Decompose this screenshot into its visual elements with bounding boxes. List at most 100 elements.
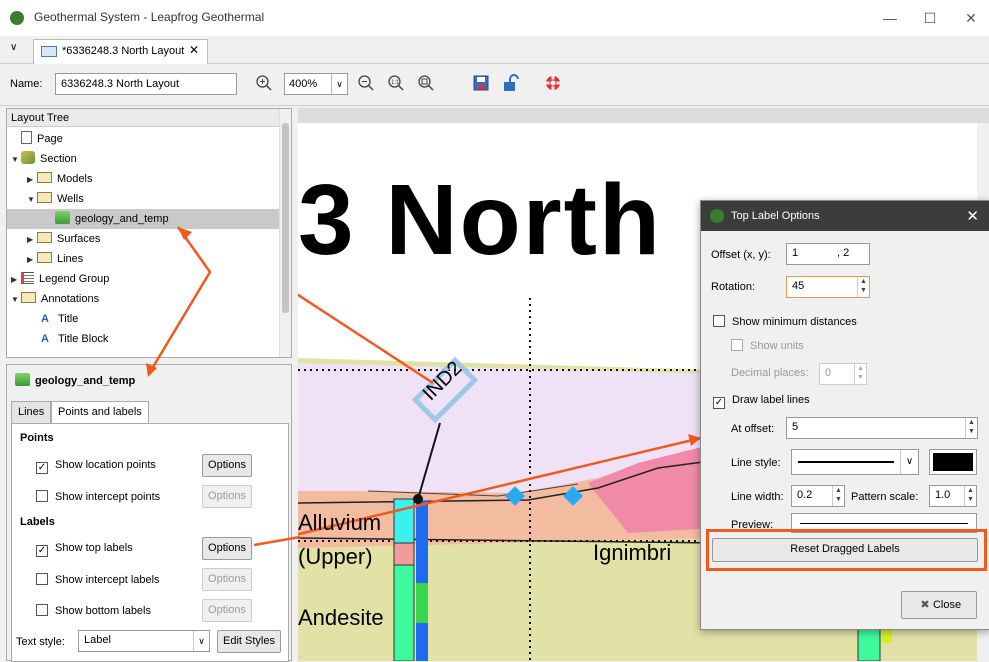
- tree-item-lines[interactable]: ▶ Lines: [11, 249, 277, 269]
- checkbox-empty-icon: [731, 339, 743, 351]
- name-input[interactable]: 6336248.3 North Layout: [55, 73, 237, 95]
- maximize-button[interactable]: ☐: [920, 8, 940, 28]
- points-section-header: Points: [20, 432, 54, 444]
- chevron-down-icon: ∨: [331, 74, 347, 94]
- bottom-labels-options-button[interactable]: Options: [202, 599, 252, 622]
- tree-scrollbar[interactable]: [279, 109, 291, 357]
- checkbox-empty-icon: [36, 573, 48, 585]
- tree-item-label: Lines: [57, 253, 84, 265]
- tab-lines[interactable]: Lines: [11, 401, 52, 423]
- layout-toolbar: Name: 6336248.3 North Layout 400% ∨ 1:1: [0, 64, 989, 106]
- spin-arrows-icon[interactable]: ▲ ▼: [857, 277, 869, 297]
- location-points-options-button[interactable]: Options: [202, 454, 252, 477]
- tree-item-label: Section: [40, 153, 77, 165]
- tab-north-layout[interactable]: *6336248.3 North Layout ✕: [33, 39, 208, 64]
- expand-arrow-icon[interactable]: ▶: [27, 170, 37, 190]
- tree-item-label: Legend Group: [39, 273, 110, 285]
- document-tab-bar: ∨ *6336248.3 North Layout ✕: [0, 36, 989, 64]
- checkbox-checked-icon: ✓: [713, 397, 725, 409]
- close-x-icon: ✖: [920, 599, 930, 611]
- tree-item-surfaces[interactable]: ▶ Surfaces: [11, 229, 277, 249]
- app-logo-icon: [10, 11, 24, 25]
- chevron-down-icon: ∨: [193, 631, 209, 651]
- close-window-button[interactable]: ✕: [961, 8, 981, 28]
- show-intercept-labels-checkbox[interactable]: Show intercept labels: [36, 573, 160, 586]
- tree-item-annotations[interactable]: ▼ Annotations: [11, 289, 277, 309]
- tab-list-dropdown-icon[interactable]: ∨: [10, 42, 24, 56]
- draw-label-lines-checkbox[interactable]: ✓ Draw label lines: [713, 394, 810, 409]
- expand-arrow-icon[interactable]: ▶: [27, 230, 37, 250]
- folder-icon: [21, 292, 36, 303]
- properties-title: geology_and_temp: [15, 373, 135, 387]
- tree-item-page[interactable]: Page: [11, 129, 277, 149]
- title-bar: Geothermal System - Leapfrog Geothermal …: [0, 0, 989, 36]
- well-icon: [15, 373, 30, 386]
- close-button[interactable]: ✖ Close: [901, 591, 977, 619]
- line-width-label: Line width:: [731, 491, 784, 503]
- tab-points-and-labels[interactable]: Points and labels: [51, 401, 149, 424]
- dialog-title: Top Label Options: [731, 210, 820, 222]
- pattern-scale-spinbox[interactable]: 1.0 ▲ ▼: [929, 485, 977, 507]
- expand-arrow-icon[interactable]: ▼: [11, 290, 21, 310]
- dialog-close-icon[interactable]: ✕: [966, 207, 979, 225]
- at-offset-spinbox[interactable]: 5 ▲ ▼: [786, 417, 978, 439]
- chevron-down-icon: ∨: [900, 450, 918, 474]
- tree-item-title-block[interactable]: A Title Block: [11, 329, 277, 349]
- help-lifebuoy-icon[interactable]: [543, 74, 563, 94]
- show-min-distances-checkbox[interactable]: Show minimum distances: [713, 315, 857, 328]
- edit-styles-button[interactable]: Edit Styles: [217, 630, 281, 653]
- minimize-button[interactable]: —: [880, 8, 900, 28]
- zoom-select[interactable]: 400% ∨: [284, 73, 348, 95]
- tree-item-section[interactable]: ▼ Section: [11, 149, 277, 169]
- scrollbar-thumb[interactable]: [282, 123, 289, 313]
- text-style-select[interactable]: Label ∨: [78, 630, 210, 652]
- top-labels-options-button[interactable]: Options: [202, 537, 252, 560]
- unlock-icon[interactable]: [500, 74, 520, 94]
- spin-arrows-icon[interactable]: ▲ ▼: [854, 364, 866, 384]
- folder-icon: [37, 192, 52, 203]
- line-style-select[interactable]: ∨: [791, 449, 919, 475]
- show-location-points-checkbox[interactable]: ✓ Show location points: [36, 459, 156, 474]
- zoom-fit-icon[interactable]: [416, 74, 436, 94]
- spin-arrows-icon[interactable]: ▲ ▼: [832, 486, 844, 506]
- show-intercept-points-checkbox[interactable]: Show intercept points: [36, 490, 160, 503]
- spin-arrows-icon[interactable]: ▲ ▼: [965, 418, 977, 438]
- tree-item-label: Annotations: [41, 293, 100, 305]
- line-width-spinbox[interactable]: 0.2 ▲ ▼: [791, 485, 845, 507]
- save-icon[interactable]: [471, 74, 491, 94]
- intercept-points-options-button[interactable]: Options: [202, 485, 252, 508]
- app-logo-icon: [710, 209, 724, 223]
- zoom-out-icon[interactable]: [356, 74, 376, 94]
- text-annotation-icon: A: [41, 333, 49, 345]
- tree-item-label: Models: [57, 173, 93, 185]
- layout-tree-panel: Layout Tree Page ▼ Section ▶ Models ▼ Wells…: [6, 108, 292, 358]
- show-top-labels-checkbox[interactable]: ✓ Show top labels: [36, 542, 133, 557]
- offset-input[interactable]: 1, 2: [786, 243, 870, 265]
- tree-item-label: Surfaces: [57, 233, 101, 245]
- well-icon: [55, 211, 70, 224]
- spin-arrows-icon[interactable]: ▲ ▼: [964, 486, 976, 506]
- intercept-labels-options-button[interactable]: Options: [202, 568, 252, 591]
- rotation-spinbox[interactable]: 45 ▲ ▼: [786, 276, 870, 298]
- checkbox-empty-icon: [36, 604, 48, 616]
- expand-arrow-icon[interactable]: ▼: [27, 190, 37, 210]
- show-units-checkbox[interactable]: Show units: [731, 339, 804, 352]
- zoom-in-icon[interactable]: [254, 74, 274, 94]
- tree-item-geology-and-temp[interactable]: geology_and_temp: [7, 209, 281, 229]
- show-bottom-labels-checkbox[interactable]: Show bottom labels: [36, 604, 151, 617]
- zoom-actual-size-icon[interactable]: 1:1: [386, 74, 406, 94]
- pattern-scale-label: Pattern scale:: [851, 491, 919, 503]
- reset-dragged-labels-button[interactable]: Reset Dragged Labels: [712, 538, 978, 562]
- expand-arrow-icon[interactable]: ▼: [11, 150, 21, 170]
- tab-label: *6336248.3 North Layout: [62, 45, 185, 57]
- tree-item-wells[interactable]: ▼ Wells: [11, 189, 277, 209]
- checkbox-checked-icon: ✓: [36, 462, 48, 474]
- decimal-places-spinbox[interactable]: 0 ▲ ▼: [819, 363, 867, 385]
- tree-item-title[interactable]: A Title: [11, 309, 277, 329]
- expand-arrow-icon[interactable]: ▶: [11, 270, 21, 290]
- expand-arrow-icon[interactable]: ▶: [27, 250, 37, 270]
- tab-close-icon[interactable]: ✕: [189, 43, 199, 57]
- line-color-swatch[interactable]: [929, 449, 977, 475]
- tree-item-legend-group[interactable]: ▶ Legend Group: [11, 269, 277, 289]
- tree-item-models[interactable]: ▶ Models: [11, 169, 277, 189]
